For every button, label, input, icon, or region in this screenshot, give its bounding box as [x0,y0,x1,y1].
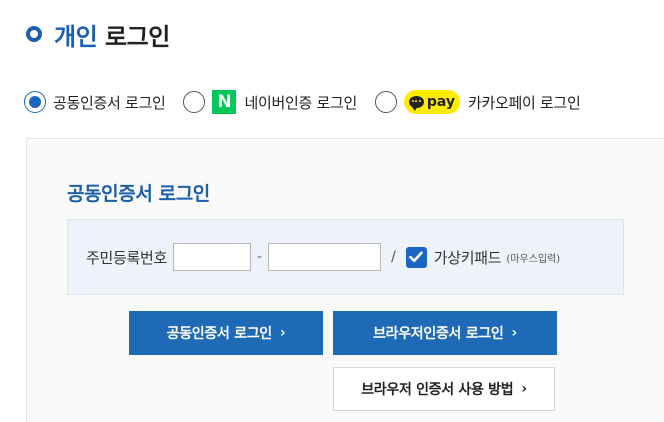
certificate-login-panel: 공동인증서 로그인 주민등록번호 - / 가상키패드 (마우스입력) 공동인증서… [26,138,664,422]
rrn-back-input[interactable] [268,243,382,271]
page-title-highlight: 개인 [54,22,98,51]
browser-cert-howto-button[interactable]: 브라우저 인증서 사용 방법 › [333,367,555,411]
method-kakaopay-label: 카카오페이 로그인 [467,93,581,112]
page-title: 개인 로그인 [54,17,170,52]
title-bullet-icon [26,26,42,42]
kakaopay-logo-icon: pay [403,90,460,114]
naver-logo-icon: N [212,90,237,114]
virtual-keypad-label: 가상키패드 [433,248,502,267]
method-naver[interactable]: N 네이버인증 로그인 [183,90,357,114]
virtual-keypad-sublabel: (마우스입력) [506,253,561,265]
login-method-selector: 공동인증서 로그인 N 네이버인증 로그인 pay 카카오페이 로그인 [24,88,598,116]
rrn-front-input[interactable] [173,243,252,271]
chevron-right-icon: › [511,325,517,341]
radio-naver[interactable] [183,91,206,113]
browser-cert-login-button[interactable]: 브라우저인증서 로그인 › [333,311,557,355]
radio-certificate[interactable] [24,91,46,113]
method-certificate-label: 공동인증서 로그인 [53,93,166,112]
browser-cert-login-button-label: 브라우저인증서 로그인 [373,326,504,342]
chevron-right-icon: › [521,381,527,397]
rrn-form: 주민등록번호 - / 가상키패드 (마우스입력) [67,219,624,295]
radio-kakaopay[interactable] [374,91,397,113]
cert-login-button[interactable]: 공동인증서 로그인 › [129,311,323,355]
method-certificate[interactable]: 공동인증서 로그인 [24,91,166,113]
chevron-right-icon: › [279,325,286,341]
rrn-dash: - [257,249,263,265]
page-title-rest: 로그인 [105,22,170,51]
method-kakaopay[interactable]: pay 카카오페이 로그인 [374,90,581,114]
cert-login-button-label: 공동인증서 로그인 [166,326,273,342]
panel-title: 공동인증서 로그인 [67,183,210,205]
rrn-label: 주민등록번호 [86,248,168,267]
rrn-slash: / [391,249,396,265]
checkmark-icon [409,251,424,263]
method-naver-label: 네이버인증 로그인 [244,93,357,112]
kakaopay-logo-text: pay [426,94,456,110]
browser-cert-howto-button-label: 브라우저 인증서 사용 방법 [361,382,514,398]
page-header: 개인 로그인 [26,17,170,52]
virtual-keypad-checkbox[interactable] [405,246,427,268]
kakao-bubble-icon [408,96,424,111]
